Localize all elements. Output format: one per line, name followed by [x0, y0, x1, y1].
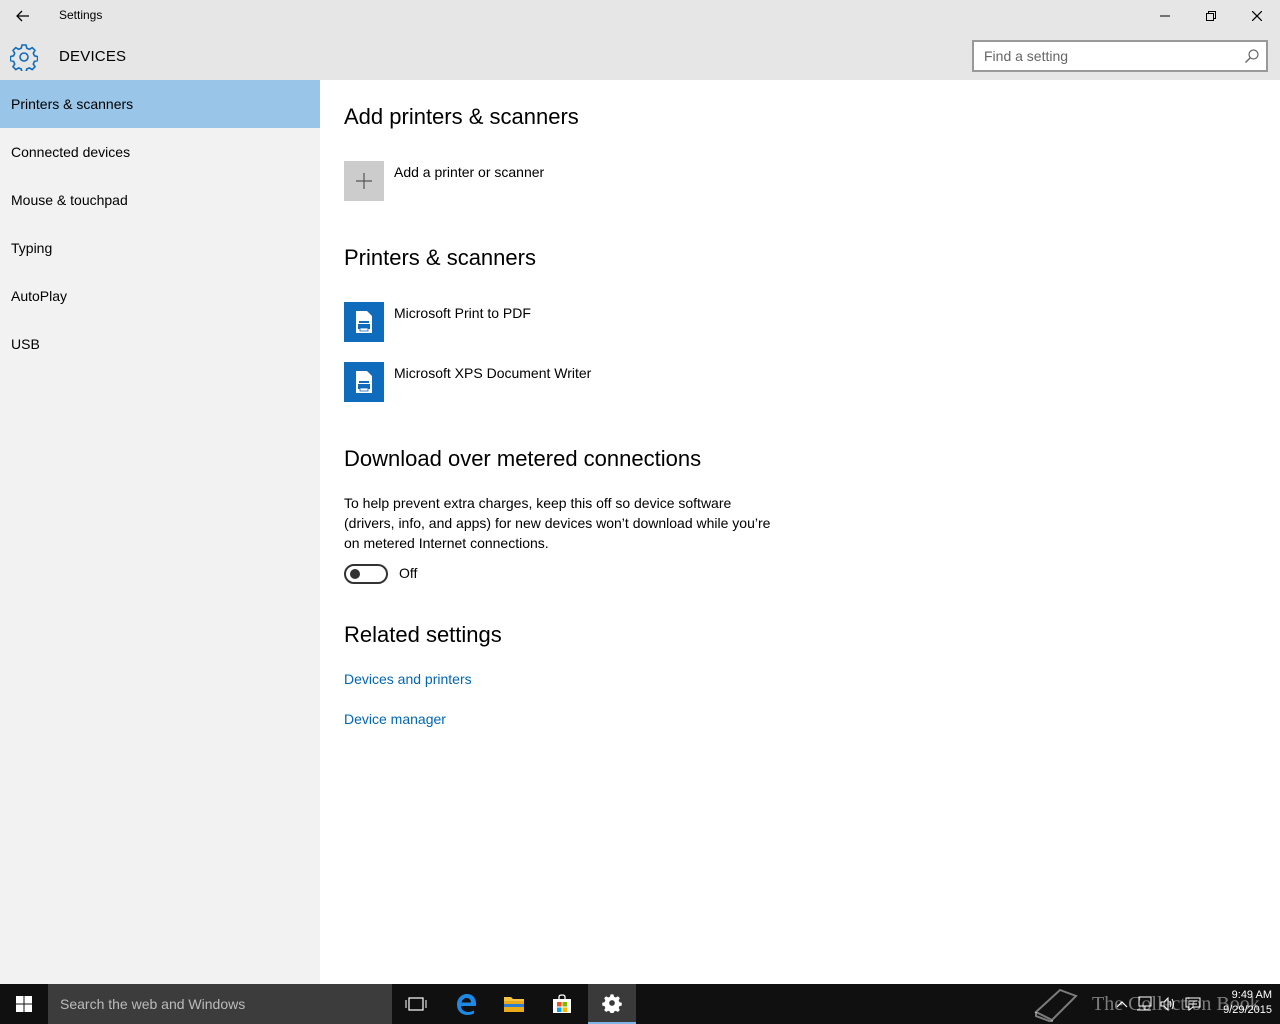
sidebar: Printers & scanners Connected devices Mo… [0, 80, 320, 984]
minimize-button[interactable] [1142, 0, 1188, 32]
clock-date: 9/29/2015 [1223, 1004, 1272, 1016]
search-icon[interactable] [1244, 48, 1260, 64]
volume-icon [1160, 996, 1174, 1012]
restore-button[interactable] [1188, 0, 1234, 32]
settings-header: DEVICES [0, 32, 1280, 80]
store-button[interactable] [538, 984, 586, 1024]
show-hidden-icons-button[interactable] [1114, 996, 1130, 1012]
gear-icon [10, 44, 38, 71]
toggle-state-label: Off [399, 565, 418, 581]
search-input[interactable] [984, 42, 1234, 70]
taskbar-search-input[interactable] [60, 984, 380, 1024]
file-explorer-button[interactable] [490, 984, 538, 1024]
printer-name[interactable]: Microsoft XPS Document Writer [394, 365, 591, 381]
gear-icon [602, 994, 622, 1013]
add-printer-button[interactable] [344, 161, 384, 201]
restore-icon [1206, 11, 1216, 21]
settings-taskbar-button[interactable] [588, 984, 636, 1024]
devices-and-printers-link[interactable]: Devices and printers [344, 671, 472, 687]
minimize-icon [1160, 15, 1170, 17]
sidebar-item-typing[interactable]: Typing [0, 224, 320, 272]
task-view-icon [405, 997, 427, 1011]
store-icon [553, 994, 571, 1013]
taskbar: The Collection Book 9:49 AM 9/29/2015 [0, 984, 1280, 1024]
notification-icon [1185, 997, 1201, 1011]
clock-time: 9:49 AM [1231, 989, 1272, 1001]
printer-tile[interactable] [344, 362, 384, 402]
close-button[interactable] [1234, 0, 1280, 32]
folder-icon [504, 997, 524, 1012]
metered-toggle[interactable] [344, 564, 388, 584]
book-icon [1034, 988, 1078, 1022]
volume-button[interactable] [1160, 996, 1176, 1012]
edge-button[interactable] [442, 984, 490, 1024]
sidebar-item-autoplay[interactable]: AutoPlay [0, 272, 320, 320]
add-printer-label[interactable]: Add a printer or scanner [394, 164, 544, 180]
clock[interactable]: 9:49 AM 9/29/2015 [1206, 988, 1272, 1018]
chevron-up-icon [1116, 1001, 1128, 1008]
back-button[interactable] [0, 0, 46, 32]
related-settings-heading: Related settings [344, 622, 502, 647]
start-button[interactable] [0, 984, 48, 1024]
printer-name[interactable]: Microsoft Print to PDF [394, 305, 531, 321]
title-bar: Settings [0, 0, 1280, 32]
action-center-button[interactable] [1185, 996, 1201, 1012]
metered-description: To help prevent extra charges, keep this… [344, 495, 771, 551]
sidebar-item-printers-scanners[interactable]: Printers & scanners [0, 80, 320, 128]
printers-heading: Printers & scanners [344, 245, 536, 270]
section-title: DEVICES [59, 48, 127, 65]
edge-icon [457, 994, 476, 1015]
taskbar-search[interactable] [48, 984, 392, 1024]
network-button[interactable] [1136, 996, 1152, 1012]
back-arrow-icon [16, 10, 29, 22]
plus-icon [356, 173, 372, 189]
add-printers-heading: Add printers & scanners [344, 104, 579, 129]
metered-heading: Download over metered connections [344, 446, 702, 471]
printer-icon [356, 311, 372, 333]
window-title: Settings [59, 8, 103, 22]
printer-tile[interactable] [344, 302, 384, 342]
toggle-knob [350, 569, 360, 579]
printer-icon [356, 371, 372, 393]
network-icon [1137, 996, 1152, 1011]
sidebar-item-usb[interactable]: USB [0, 320, 320, 368]
settings-search[interactable] [972, 40, 1268, 72]
sidebar-item-mouse-touchpad[interactable]: Mouse & touchpad [0, 176, 320, 224]
task-view-button[interactable] [392, 984, 440, 1024]
device-manager-link[interactable]: Device manager [344, 711, 446, 727]
sidebar-item-connected-devices[interactable]: Connected devices [0, 128, 320, 176]
main-content: Add printers & scanners Add a printer or… [320, 80, 1280, 984]
close-icon [1252, 11, 1262, 21]
windows-logo-icon [16, 996, 32, 1012]
